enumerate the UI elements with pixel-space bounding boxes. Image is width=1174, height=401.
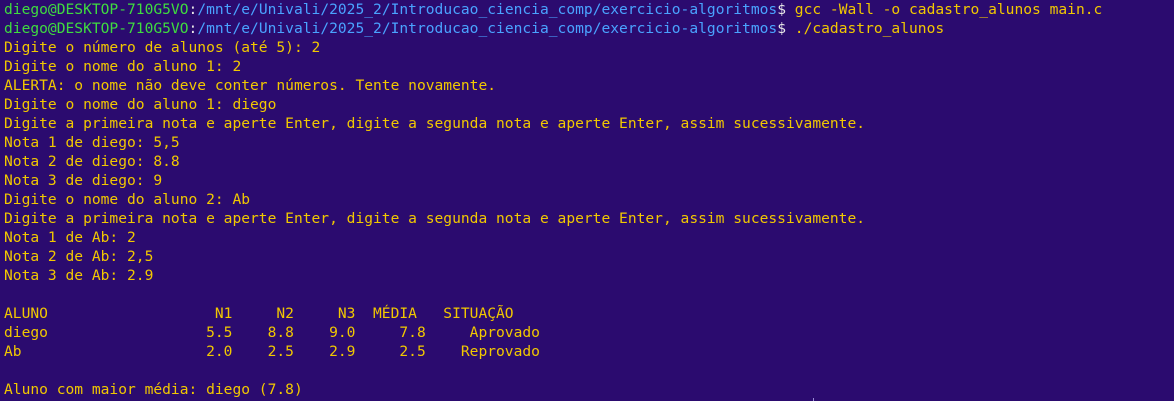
- output-line: Digite o nome do aluno 2: Ab: [4, 191, 251, 208]
- output-line: Digite o nome do aluno 1: 2: [4, 58, 242, 75]
- output-line: Digite o nome do aluno 1: diego: [4, 96, 277, 113]
- table-row: diego 5.5 8.8 9.0 7.8 Aprovado: [4, 324, 540, 341]
- output-line: Nota 3 de diego: 9: [4, 172, 163, 189]
- prompt-symbol: $: [777, 1, 786, 18]
- prompt-separator: :: [188, 20, 198, 37]
- output-line: Digite a primeira nota e aperte Enter, d…: [4, 115, 866, 132]
- prompt-separator: :: [188, 1, 198, 18]
- table-header: ALUNO N1 N2 N3 MÉDIA SITUAÇÃO: [4, 305, 514, 322]
- prompt-line-run: diego@DESKTOP-710G5VO:/mnt/e/Univali/202…: [4, 19, 1174, 38]
- output-line: ALERTA: o nome não deve conter números. …: [4, 77, 497, 94]
- summary-line: Aluno com maior média: diego (7.8): [4, 381, 303, 398]
- output-line: Nota 3 de Ab: 2.9: [4, 267, 154, 284]
- output-line: Nota 2 de diego: 8.8: [4, 153, 180, 170]
- prompt-symbol: $: [777, 20, 786, 37]
- output-line: Nota 1 de Ab: 2: [4, 229, 136, 246]
- prompt-path: /mnt/e/Univali/2025_2/Introducao_ciencia…: [197, 20, 778, 37]
- output-line: Nota 2 de Ab: 2,5: [4, 248, 154, 265]
- output-line: Digite o número de alunos (até 5): 2: [4, 39, 321, 56]
- output-line: Nota 1 de diego: 5,5: [4, 134, 180, 151]
- command-text: ./cadastro_alunos: [786, 20, 945, 37]
- prompt-user-host: diego@DESKTOP-710G5VO: [4, 1, 189, 18]
- terminal-window[interactable]: diego@DESKTOP-710G5VO:/mnt/e/Univali/202…: [0, 0, 1174, 401]
- prompt-line-compile: diego@DESKTOP-710G5VO:/mnt/e/Univali/202…: [4, 0, 1174, 19]
- table-row: Ab 2.0 2.5 2.9 2.5 Reprovado: [4, 343, 540, 360]
- prompt-user-host: diego@DESKTOP-710G5VO: [4, 20, 189, 37]
- prompt-path: /mnt/e/Univali/2025_2/Introducao_ciencia…: [197, 1, 778, 18]
- output-line: Digite a primeira nota e aperte Enter, d…: [4, 210, 866, 227]
- command-text: gcc -Wall -o cadastro_alunos main.c: [786, 1, 1103, 18]
